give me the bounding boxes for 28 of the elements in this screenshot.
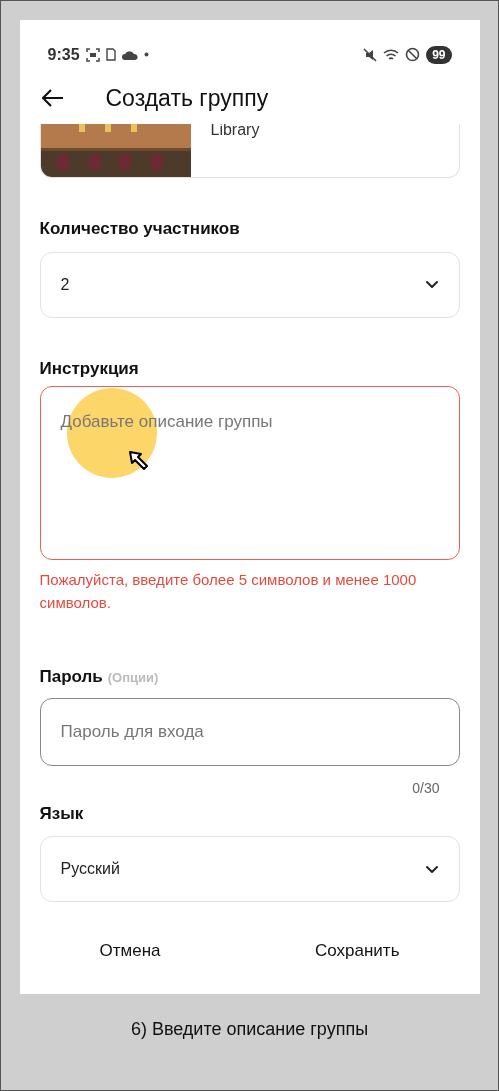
dot-icon <box>143 52 149 57</box>
field-label: Пароль <box>39 666 103 688</box>
screenshot-icon <box>85 47 100 62</box>
do-not-disturb-icon <box>405 47 421 62</box>
field-label: Количество участников <box>39 218 241 240</box>
back-arrow-icon <box>41 89 64 107</box>
error-message: Пожалуйста, введите более 5 символов и менее 1000 символов. <box>39 570 418 613</box>
save-button[interactable]: Сохранить <box>315 938 400 964</box>
sim-card-icon <box>105 48 116 61</box>
page-title: Создать группу <box>105 83 269 113</box>
mute-icon <box>363 47 378 62</box>
step-caption: 6) Введите описание группы <box>130 1018 369 1041</box>
field-label: Инструкция <box>39 357 140 380</box>
status-time: 9:35 <box>47 44 80 65</box>
language-select[interactable]: Русский <box>39 836 460 902</box>
optional-hint: (Опции) <box>107 669 159 687</box>
chevron-down-icon <box>424 280 439 289</box>
wifi-icon <box>383 47 400 62</box>
members-select[interactable]: 2 <box>39 251 460 318</box>
cancel-button[interactable]: Отмена <box>99 938 161 964</box>
password-field[interactable]: Пароль для входа <box>39 697 460 766</box>
battery-badge: 99 <box>426 45 452 64</box>
cloud-icon <box>121 49 138 60</box>
chevron-down-icon <box>424 864 439 874</box>
room-name: Library <box>210 124 260 138</box>
character-counter: 0/30 <box>412 778 440 798</box>
room-card[interactable]: Library <box>39 124 460 178</box>
field-label: Язык <box>39 802 85 825</box>
